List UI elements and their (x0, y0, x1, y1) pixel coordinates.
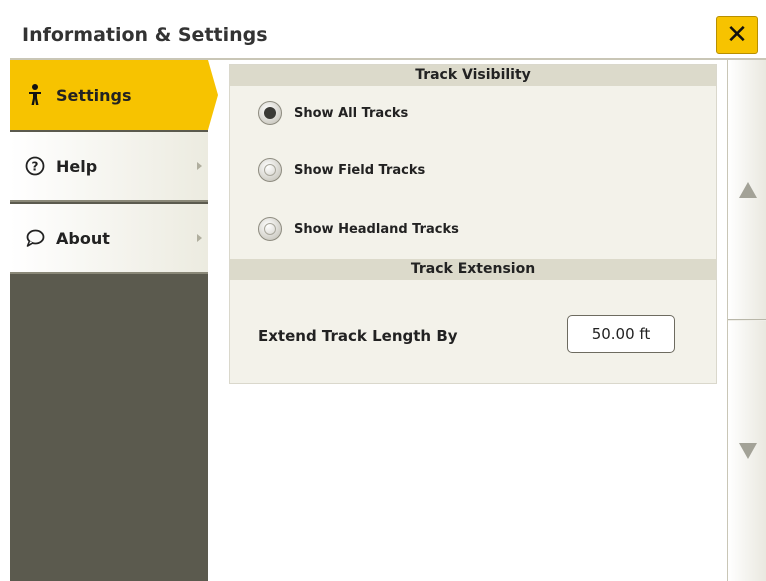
close-button[interactable]: ✕ (716, 16, 758, 54)
question-circle-icon: ? (24, 155, 46, 177)
radio-show-field-tracks[interactable]: Show Field Tracks (258, 157, 425, 183)
sidebar-item-label: About (56, 228, 110, 248)
radio-show-headland-tracks[interactable]: Show Headland Tracks (258, 216, 459, 242)
sidebar-item-label: Settings (56, 85, 132, 105)
sidebar-item-about[interactable]: About (10, 204, 208, 274)
sidebar-item-settings[interactable]: Settings (10, 60, 218, 130)
page-title: Information & Settings (22, 24, 268, 46)
chevron-right-icon (197, 234, 202, 242)
radio-label: Show Field Tracks (294, 162, 426, 178)
scroll-up-icon (738, 181, 757, 198)
svg-text:?: ? (32, 160, 39, 174)
section-header-track-visibility: Track Visibility (230, 65, 716, 86)
scroll-up-button[interactable] (728, 60, 766, 320)
scroll-down-icon (738, 443, 757, 459)
sidebar-item-label: Help (56, 156, 98, 176)
section-header-track-extension: Track Extension (230, 259, 716, 280)
sidebar-item-help[interactable]: ? Help (10, 132, 208, 202)
scroll-panel (727, 60, 766, 581)
extend-track-length-label: Extend Track Length By (258, 327, 458, 345)
title-bar: Information & Settings ✕ (10, 14, 766, 60)
speech-bubble-icon (24, 227, 46, 249)
radio-button[interactable] (258, 217, 282, 241)
person-standing-icon (24, 84, 46, 106)
radio-button-selected[interactable] (258, 101, 282, 125)
radio-label: Show All Tracks (294, 105, 409, 121)
radio-button[interactable] (258, 158, 282, 182)
radio-label: Show Headland Tracks (294, 221, 459, 237)
chevron-right-icon (197, 162, 202, 170)
extend-track-length-input[interactable]: 50.00 ft (567, 315, 675, 353)
sidebar: Settings ? Help About (10, 60, 218, 581)
settings-panel: Track Visibility Show All Tracks Show Fi… (229, 64, 717, 384)
close-icon: ✕ (726, 20, 748, 50)
scroll-down-button[interactable] (728, 321, 766, 581)
radio-show-all-tracks[interactable]: Show All Tracks (258, 100, 408, 126)
